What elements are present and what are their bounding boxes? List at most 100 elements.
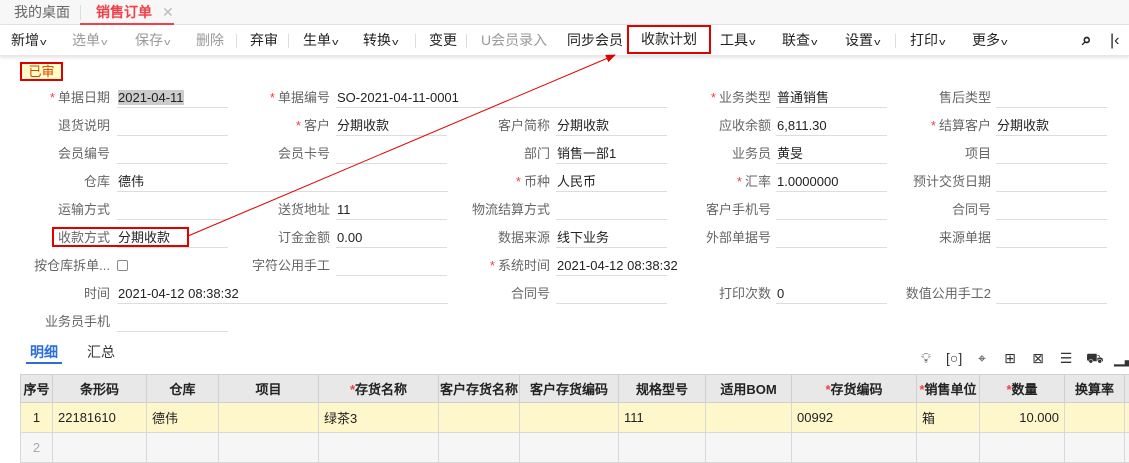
column-header[interactable]: 客户存货编码 — [520, 375, 619, 403]
tab-home[interactable]: 我的桌面 — [14, 0, 70, 25]
table-cell[interactable]: 绿茶3 — [319, 403, 439, 433]
doc-date-field[interactable]: 2021-04-11 — [117, 88, 228, 108]
delete-row-icon[interactable]: ⊠ — [1030, 350, 1046, 366]
tab-sales-order[interactable]: 销售订单✕ — [80, 0, 174, 25]
table-cell[interactable]: 111 — [619, 403, 706, 433]
source-doc-field[interactable] — [996, 228, 1107, 248]
table-cell[interactable]: 00992 — [792, 403, 917, 433]
return-note-field[interactable] — [117, 116, 228, 136]
lightbulb-icon[interactable]: 💡︎ — [918, 350, 934, 366]
toolbar-item-button[interactable]: 转换v — [363, 25, 398, 58]
table-cell[interactable] — [706, 403, 792, 433]
toolbar-payment-plan-button[interactable]: 收款计划 — [629, 27, 709, 52]
table-cell[interactable] — [619, 433, 706, 463]
char-manual-field[interactable] — [336, 256, 447, 276]
table-cell[interactable]: 箱 — [917, 403, 980, 433]
table-cell[interactable] — [706, 433, 792, 463]
sys-time-field[interactable]: 2021-04-12 08:38:32 — [556, 256, 667, 276]
table-cell[interactable] — [147, 433, 219, 463]
receivable-field[interactable]: 6,811.30 — [776, 116, 887, 136]
table-cell[interactable]: 德伟 — [147, 403, 219, 433]
chart-icon[interactable]: ▁▃ — [1114, 350, 1129, 366]
toolbar-item-button[interactable]: 变更 — [429, 25, 457, 56]
edit-icon[interactable]: ☰ — [1058, 350, 1074, 366]
customer-short-field[interactable]: 分期收款 — [556, 116, 667, 136]
column-header[interactable]: *销售单位 — [917, 375, 980, 403]
member-card-field[interactable] — [336, 144, 447, 164]
tab-summary[interactable]: 汇总 — [87, 342, 115, 362]
salesman-phone-field[interactable] — [117, 312, 228, 332]
table-cell[interactable]: 22181610 — [53, 403, 147, 433]
currency-field[interactable]: 人民币 — [556, 172, 667, 192]
phone-field[interactable] — [776, 200, 887, 220]
split-by-warehouse-checkbox[interactable] — [117, 260, 128, 271]
salesman-field[interactable]: 黄旻 — [776, 144, 887, 164]
toolbar-item-button[interactable]: 更多v — [972, 25, 1007, 58]
after-sale-type-field[interactable] — [996, 88, 1107, 108]
table-cell[interactable]: 1 — [21, 403, 53, 433]
table-cell[interactable] — [520, 433, 619, 463]
column-header[interactable]: 仓库 — [147, 375, 219, 403]
table-cell[interactable] — [520, 403, 619, 433]
table-cell[interactable] — [219, 403, 319, 433]
deposit-field[interactable]: 0.00 — [336, 228, 447, 248]
tab-detail[interactable]: 明细 — [26, 342, 62, 364]
column-header[interactable]: 换算率 — [1065, 375, 1125, 403]
contract2-field[interactable] — [556, 284, 667, 304]
column-header[interactable]: 规格型号 — [619, 375, 706, 403]
column-header[interactable]: *数量 — [980, 375, 1065, 403]
column-header[interactable]: 计 — [1125, 375, 1129, 403]
rate-field[interactable]: 1.0000000 — [776, 172, 887, 192]
table-cell[interactable] — [1125, 433, 1129, 463]
time-field[interactable]: 2021-04-12 08:38:32 — [117, 284, 448, 304]
print-count-field[interactable]: 0 — [776, 284, 887, 304]
close-icon[interactable]: ✕ — [162, 4, 174, 20]
ext-no-field[interactable] — [776, 228, 887, 248]
table-cell[interactable]: 2 — [21, 433, 53, 463]
logistics-field[interactable] — [556, 200, 667, 220]
toolbar-item-button[interactable]: 生单v — [303, 25, 338, 58]
transport-field[interactable] — [117, 200, 228, 220]
collapse-icon[interactable]: |‹ — [1110, 25, 1119, 56]
num-manual-field[interactable] — [996, 284, 1107, 304]
table-cell[interactable] — [319, 433, 439, 463]
cart-icon[interactable]: ⛟ — [1086, 350, 1102, 366]
dept-field[interactable]: 销售一部1 — [556, 144, 667, 164]
toolbar-item-button[interactable]: 设置v — [845, 25, 880, 58]
column-header[interactable]: 序号 — [21, 375, 53, 403]
table-cell[interactable] — [1065, 403, 1125, 433]
toolbar-item-button[interactable]: 同步会员 — [567, 25, 623, 56]
table-cell[interactable] — [439, 403, 520, 433]
toolbar-item-button[interactable]: 保存v — [135, 25, 170, 58]
table-cell[interactable] — [792, 433, 917, 463]
project-field[interactable] — [996, 144, 1107, 164]
toolbar-item-button[interactable]: U会员录入 — [481, 25, 547, 56]
toolbar-item-button[interactable]: 弃审 — [250, 25, 278, 56]
table-row[interactable]: 2 — [21, 433, 1129, 463]
doc-no-field[interactable]: SO-2021-04-11-0001 — [336, 88, 667, 108]
search-icon[interactable]: ⌕ — [1082, 24, 1092, 55]
table-cell[interactable] — [980, 433, 1065, 463]
table-cell[interactable] — [917, 433, 980, 463]
column-header[interactable]: *存货编码 — [792, 375, 917, 403]
toolbar-item-button[interactable]: 选单v — [72, 25, 107, 58]
column-header[interactable]: 客户存货名称 — [439, 375, 520, 403]
table-cell[interactable] — [1065, 433, 1125, 463]
table-cell[interactable] — [219, 433, 319, 463]
warehouse-field[interactable]: 德伟 — [117, 172, 448, 192]
column-header[interactable]: *存货名称 — [319, 375, 439, 403]
settle-customer-field[interactable]: 分期收款 — [996, 116, 1107, 136]
add-row-icon[interactable]: ⊞ — [1002, 350, 1018, 366]
toolbar-item-button[interactable]: 打印v — [910, 25, 945, 58]
delivery-date-field[interactable] — [996, 172, 1107, 192]
customer-field[interactable]: 分期收款 — [336, 116, 447, 136]
source-field[interactable]: 线下业务 — [556, 228, 667, 248]
toolbar-item-button[interactable]: 联查v — [782, 25, 817, 58]
table-cell[interactable]: 10.000 — [980, 403, 1065, 433]
table-cell[interactable] — [53, 433, 147, 463]
column-header[interactable]: 项目 — [219, 375, 319, 403]
biz-type-field[interactable]: 普通销售 — [776, 88, 887, 108]
location-icon[interactable]: ⌖ — [974, 350, 990, 366]
table-row[interactable]: 122181610德伟 绿茶3 111 00992箱10.000 — [21, 403, 1129, 433]
table-cell[interactable] — [1125, 403, 1129, 433]
